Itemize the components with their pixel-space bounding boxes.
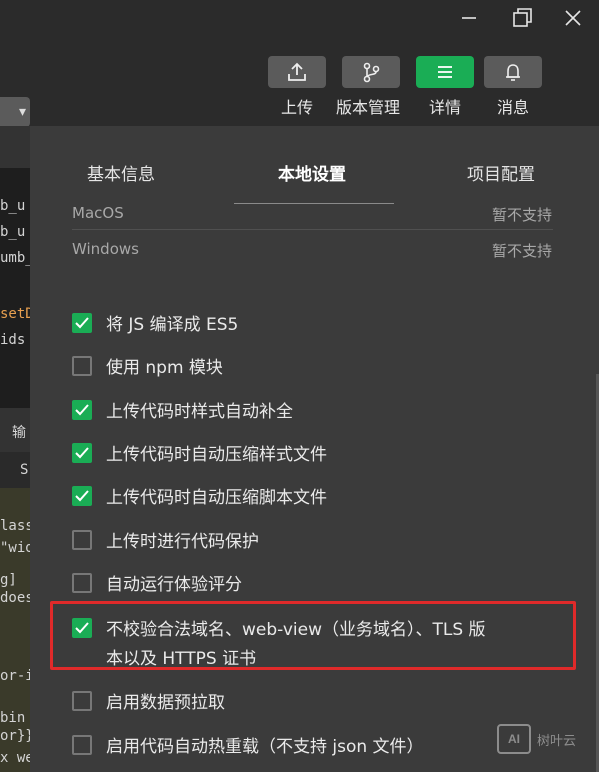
close-icon[interactable] (559, 6, 587, 30)
code-line: setD (0, 306, 30, 322)
console-filter[interactable]: S (20, 462, 28, 478)
messages-label: 消息 (496, 98, 529, 117)
code-editor-strip: b_u b_u umb_ setD ids 输 S lass "wid g] d… (0, 126, 30, 772)
console-line: or-i (0, 668, 30, 684)
code-line: b_u (0, 224, 26, 240)
option-minify-styles[interactable]: 上传代码时自动压缩样式文件 (72, 441, 542, 470)
platform-name: Windows (72, 240, 139, 258)
title-bar (0, 0, 599, 40)
option-style-autoprefix[interactable]: 上传代码时样式自动补全 (72, 398, 542, 427)
checkbox-unchecked[interactable] (72, 356, 92, 376)
tab-local-settings[interactable]: 本地设置 (278, 160, 346, 185)
platform-row-macos: MacOS 暂不支持 (72, 204, 552, 224)
maximize-icon[interactable] (508, 6, 536, 30)
details-tabs: 基本信息 本地设置 项目配置 (30, 126, 599, 206)
option-label: 启用代码自动热重载（不支持 json 文件） (106, 737, 424, 757)
code-line: ids (0, 332, 26, 348)
checkbox-checked[interactable] (72, 443, 92, 463)
tab-basic-info[interactable]: 基本信息 (87, 160, 155, 185)
option-skip-domain-check[interactable]: 不校验合法域名、web-view（业务域名）、TLS 版 本以及 HTTPS 证… (72, 616, 542, 674)
chevron-down-icon: ▾ (18, 104, 26, 120)
checkbox-checked[interactable] (72, 618, 92, 638)
console-line: x we (0, 750, 30, 766)
version-control-label: 版本管理 (336, 98, 401, 117)
checkbox-checked[interactable] (72, 486, 92, 506)
checkbox-unchecked[interactable] (72, 573, 92, 593)
minimize-icon[interactable] (455, 6, 483, 30)
checkbox-unchecked[interactable] (72, 691, 92, 711)
checkbox-checked[interactable] (72, 313, 92, 333)
bell-icon[interactable] (484, 56, 542, 88)
menu-icon[interactable] (416, 56, 474, 88)
platform-status: 暂不支持 (491, 242, 552, 260)
watermark: AI 树叶云 (497, 724, 576, 754)
checkbox-unchecked[interactable] (72, 735, 92, 755)
upload-icon[interactable] (268, 56, 326, 88)
branch-icon[interactable] (342, 56, 400, 88)
option-label: 启用数据预拉取 (106, 693, 225, 713)
output-tab[interactable]: 输 (12, 422, 26, 442)
option-npm-module[interactable]: 使用 npm 模块 (72, 354, 542, 383)
option-label: 上传代码时自动压缩样式文件 (106, 445, 327, 465)
option-label-line2: 本以及 HTTPS 证书 (106, 649, 257, 669)
option-label: 自动运行体验评分 (106, 575, 242, 595)
option-label: 不校验合法域名、web-view（业务域名）、TLS 版 本以及 HTTPS 证… (106, 616, 486, 674)
option-label: 使用 npm 模块 (106, 358, 223, 378)
watermark-text: 树叶云 (537, 733, 577, 749)
option-code-protection[interactable]: 上传时进行代码保护 (72, 528, 542, 557)
console-line: bin (0, 710, 26, 726)
option-compile-es5[interactable]: 将 JS 编译成 ES5 (72, 311, 542, 340)
tab-project-config[interactable]: 项目配置 (467, 160, 535, 185)
upload-label: 上传 (280, 98, 313, 117)
divider (72, 229, 553, 230)
option-data-prefetch[interactable]: 启用数据预拉取 (72, 689, 542, 718)
details-panel: 基本信息 本地设置 项目配置 MacOS 暂不支持 Windows 暂不支持 将… (30, 126, 599, 772)
option-label: 上传代码时自动压缩脚本文件 (106, 488, 327, 508)
console-line: does (0, 590, 30, 606)
toolbar: ▾ 缓存 上传 版本管理 详情 消息 (0, 40, 599, 158)
console-line: "wid (0, 540, 30, 556)
checkbox-unchecked[interactable] (72, 530, 92, 550)
option-label: 上传代码时样式自动补全 (106, 402, 293, 422)
platform-row-windows: Windows 暂不支持 (72, 240, 552, 260)
console-line: g] (0, 572, 17, 588)
platform-status: 暂不支持 (491, 206, 552, 224)
cache-dropdown[interactable]: ▾ (0, 97, 30, 127)
watermark-logo: AI (497, 724, 531, 754)
option-label-line1: 不校验合法域名、web-view（业务域名）、TLS 版 (106, 620, 486, 640)
console-line: or}} (0, 728, 30, 744)
platform-name: MacOS (72, 204, 124, 222)
details-label: 详情 (428, 98, 461, 117)
code-line: umb_ (0, 250, 30, 266)
option-hot-reload[interactable]: 启用代码自动热重载（不支持 json 文件） (72, 733, 542, 762)
console-line: lass (0, 518, 30, 534)
option-label: 将 JS 编译成 ES5 (106, 315, 239, 335)
editor-tab-strip (0, 126, 30, 168)
checkbox-checked[interactable] (72, 400, 92, 420)
option-label: 上传时进行代码保护 (106, 532, 259, 552)
option-minify-scripts[interactable]: 上传代码时自动压缩脚本文件 (72, 484, 542, 513)
option-auto-score[interactable]: 自动运行体验评分 (72, 571, 542, 600)
code-line: b_u (0, 198, 26, 214)
